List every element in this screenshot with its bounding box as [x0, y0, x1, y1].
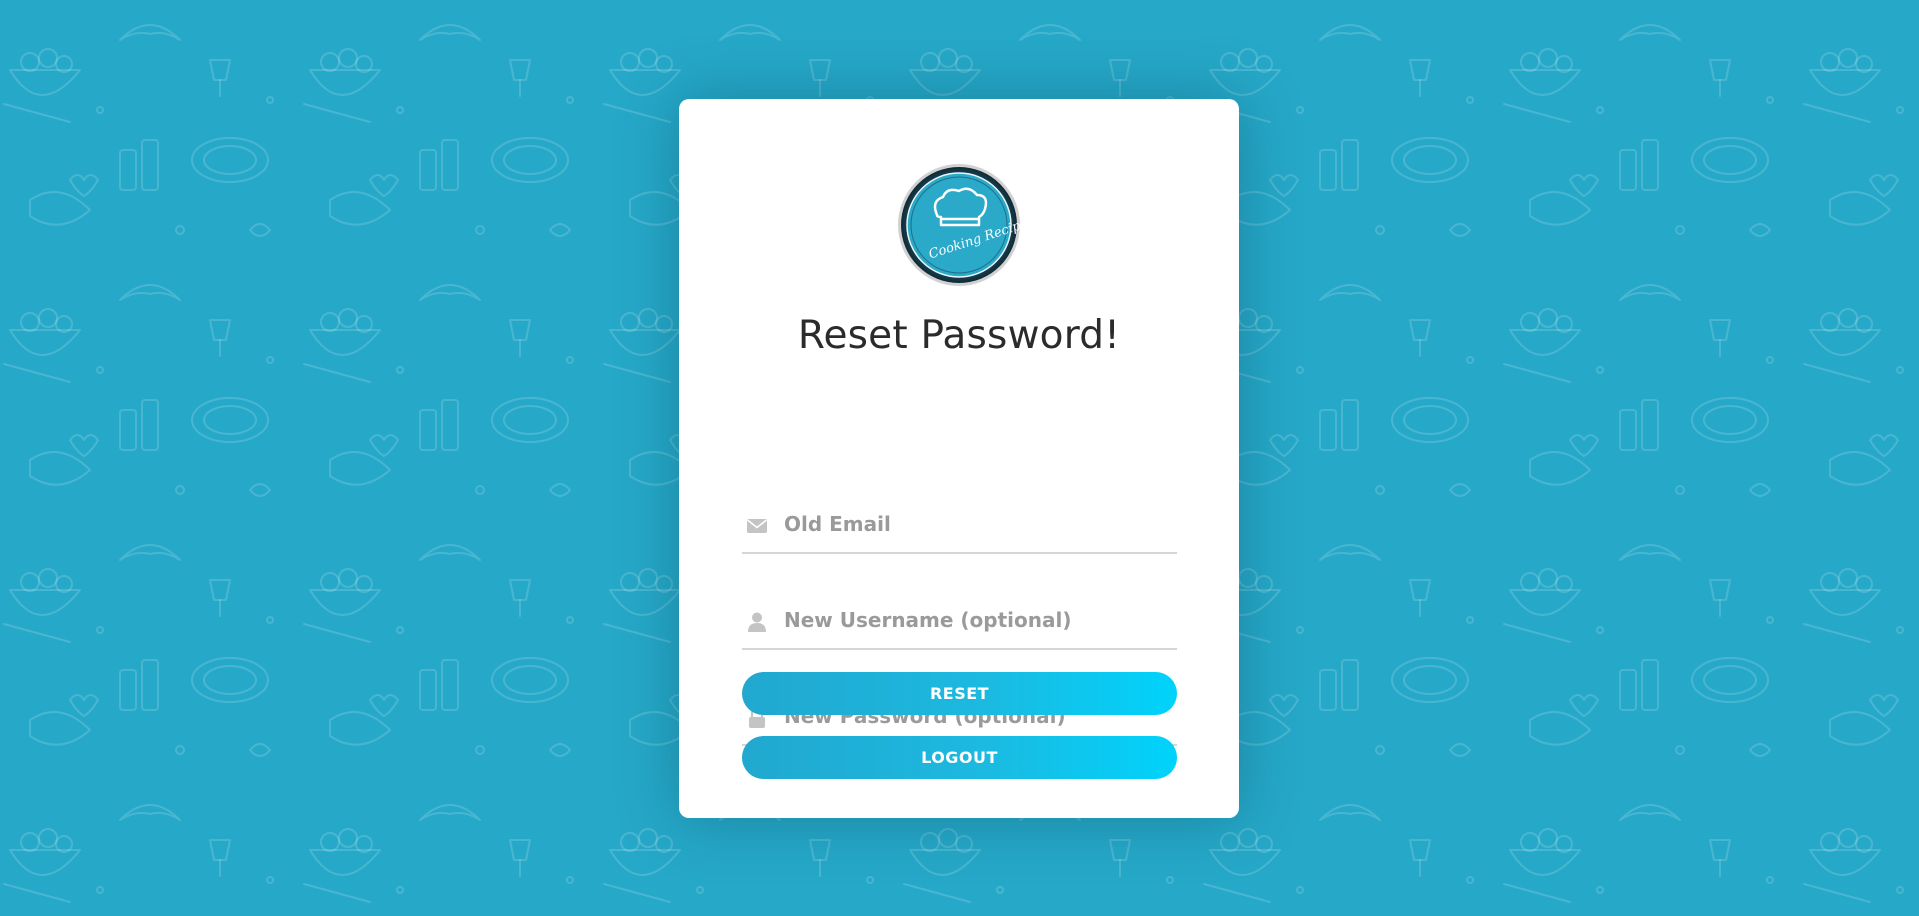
new-username-field	[742, 588, 1177, 650]
logout-button[interactable]: LOGOUT	[742, 736, 1177, 779]
reset-password-card: Cooking Recipe Reset Password! RESET LOG…	[679, 99, 1239, 818]
envelope-icon	[747, 519, 767, 533]
cooking-recipe-logo: Cooking Recipe	[898, 164, 1021, 286]
user-icon	[748, 612, 766, 632]
old-email-field	[742, 492, 1177, 554]
old-email-input[interactable]	[784, 504, 1164, 544]
reset-button[interactable]: RESET	[742, 672, 1177, 715]
page-title: Reset Password!	[797, 313, 1121, 358]
new-username-input[interactable]	[784, 600, 1164, 640]
